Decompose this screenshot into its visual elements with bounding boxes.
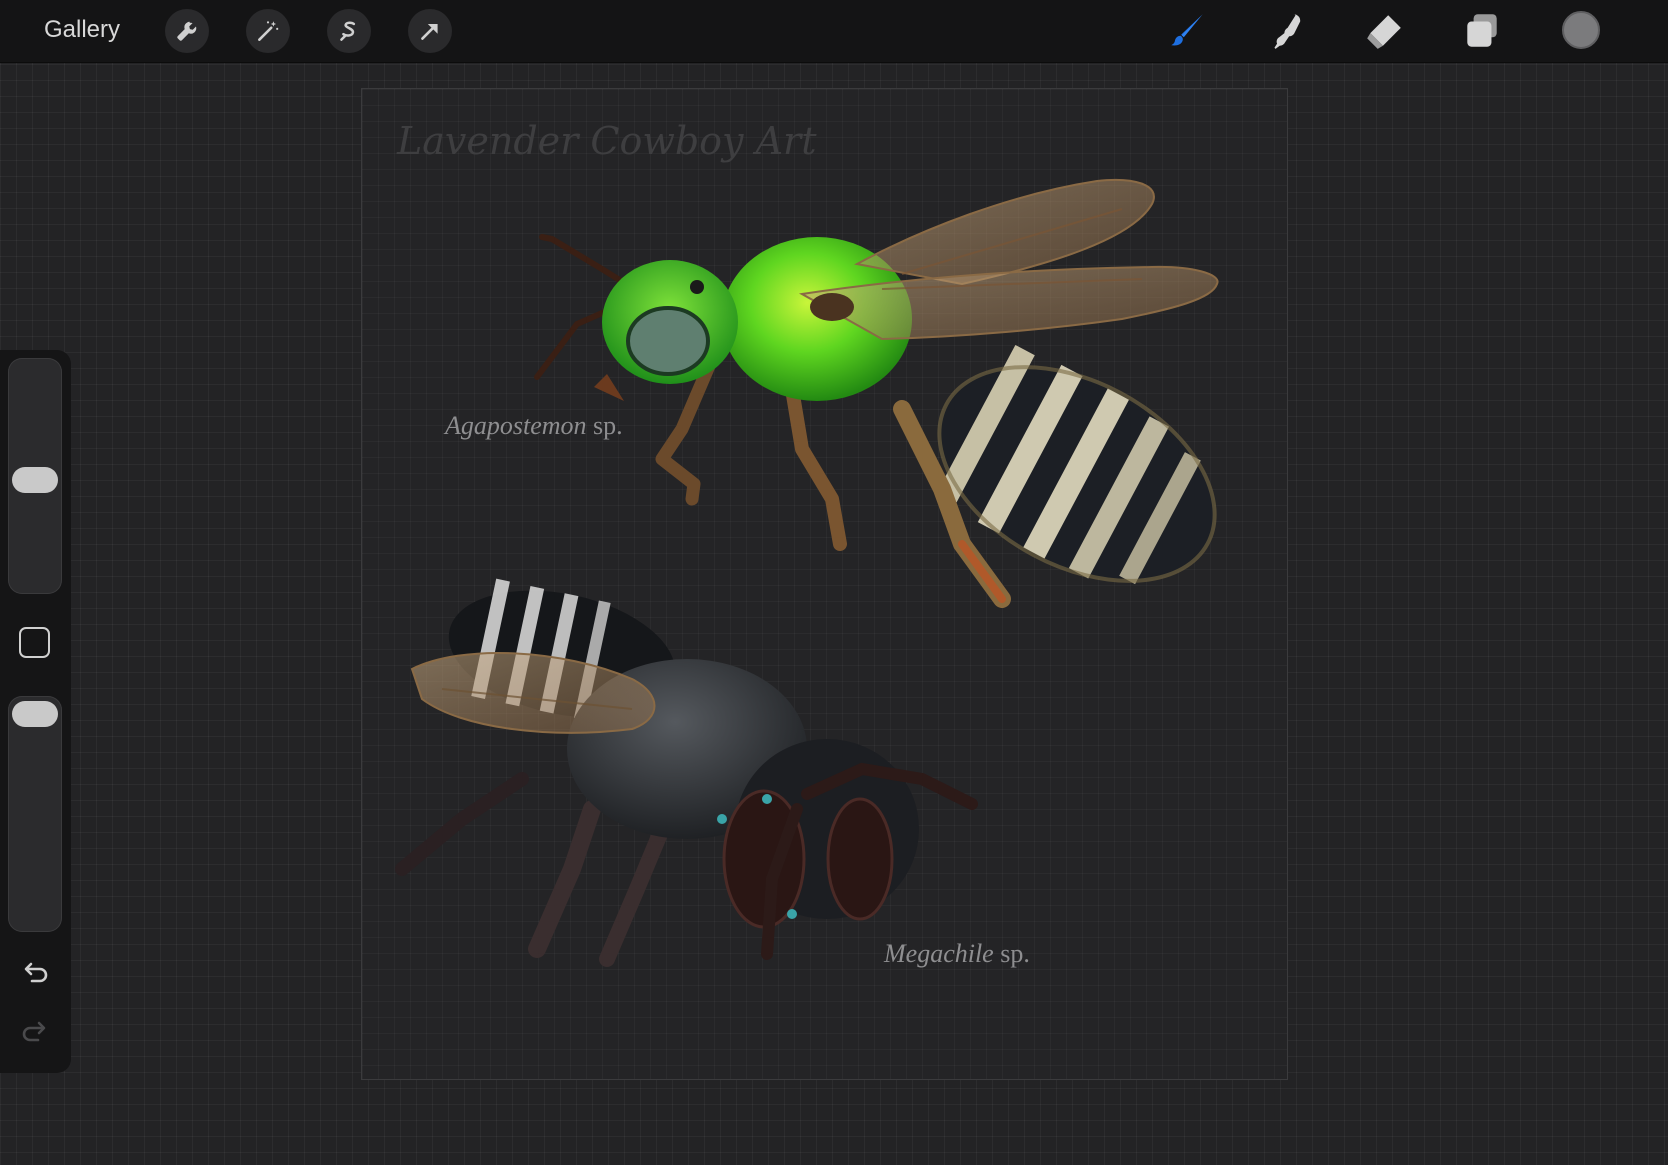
selection-button[interactable] [327, 9, 371, 53]
brush-icon [1171, 14, 1203, 46]
agapostemon-bee [534, 178, 1219, 608]
adjustments-button[interactable] [246, 9, 290, 53]
agapostemon-genus: Agapostemon [445, 411, 587, 440]
brush-size-slider[interactable] [8, 358, 62, 594]
top-toolbar: Gallery [0, 0, 1668, 63]
selection-s-icon [340, 21, 356, 41]
drawing-canvas[interactable]: Lavender Cowboy Art Agapostemon sp. Mega… [361, 88, 1288, 1080]
magic-wand-icon [258, 21, 279, 41]
opacity-slider[interactable] [8, 696, 62, 932]
megachile-suffix: sp. [993, 939, 1030, 968]
layers-tool[interactable] [1459, 8, 1505, 54]
agapostemon-suffix: sp. [586, 411, 623, 440]
eraser-tool[interactable] [1361, 8, 1407, 54]
layers-icon [1467, 14, 1497, 47]
redo-icon[interactable] [17, 1014, 53, 1050]
eraser-icon [1367, 15, 1401, 49]
megachile-genus: Megachile [884, 939, 994, 968]
bee-illustration [395, 178, 1219, 967]
brush-tool[interactable] [1165, 8, 1211, 54]
megachile-bee [395, 578, 978, 967]
wrench-icon [177, 21, 197, 41]
procreate-app: Gallery Lavender Cowboy Art Agapostemon … [0, 0, 1668, 1165]
undo-icon[interactable] [17, 955, 53, 991]
left-sidebar [0, 350, 71, 1073]
transform-arrow-icon [421, 23, 438, 40]
opacity-thumb[interactable] [12, 701, 58, 727]
color-picker-button[interactable] [1562, 11, 1600, 49]
smudge-icon [1274, 14, 1301, 49]
modify-square-button[interactable] [19, 627, 50, 658]
gallery-button[interactable]: Gallery [44, 14, 120, 46]
smudge-tool[interactable] [1263, 8, 1309, 54]
actions-button[interactable] [165, 9, 209, 53]
brush-size-thumb[interactable] [12, 467, 58, 493]
transform-button[interactable] [408, 9, 452, 53]
megachile-label: Megachile sp. [884, 939, 1030, 969]
agapostemon-label: Agapostemon sp. [445, 411, 623, 441]
